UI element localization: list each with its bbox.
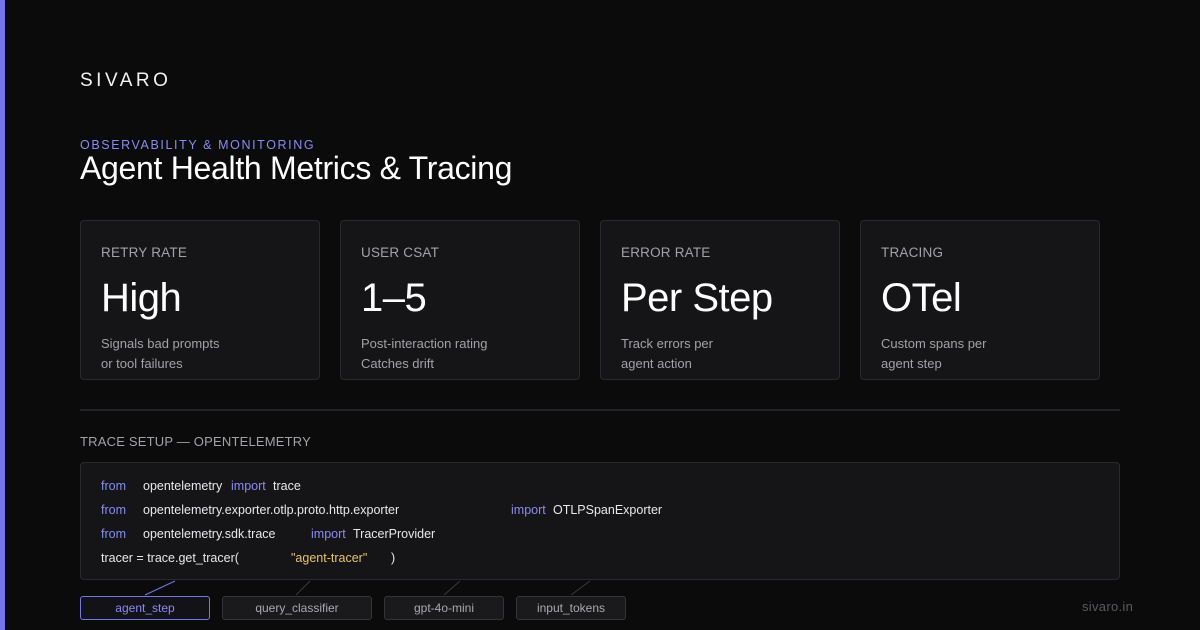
connector-line [570, 580, 591, 596]
span-tag-agent-step[interactable]: agent_step [80, 596, 210, 620]
footer-url[interactable]: sivaro.in [1082, 599, 1133, 614]
span-connector-lines [144, 580, 591, 596]
connector-line [295, 580, 311, 596]
connector-line [443, 580, 461, 596]
span-tag-gpt-4o-mini[interactable]: gpt-4o-mini [384, 596, 504, 620]
span-tag-query-classifier[interactable]: query_classifier [222, 596, 372, 620]
span-tag-input-tokens[interactable]: input_tokens [516, 596, 626, 620]
connector-line-active [144, 580, 176, 596]
